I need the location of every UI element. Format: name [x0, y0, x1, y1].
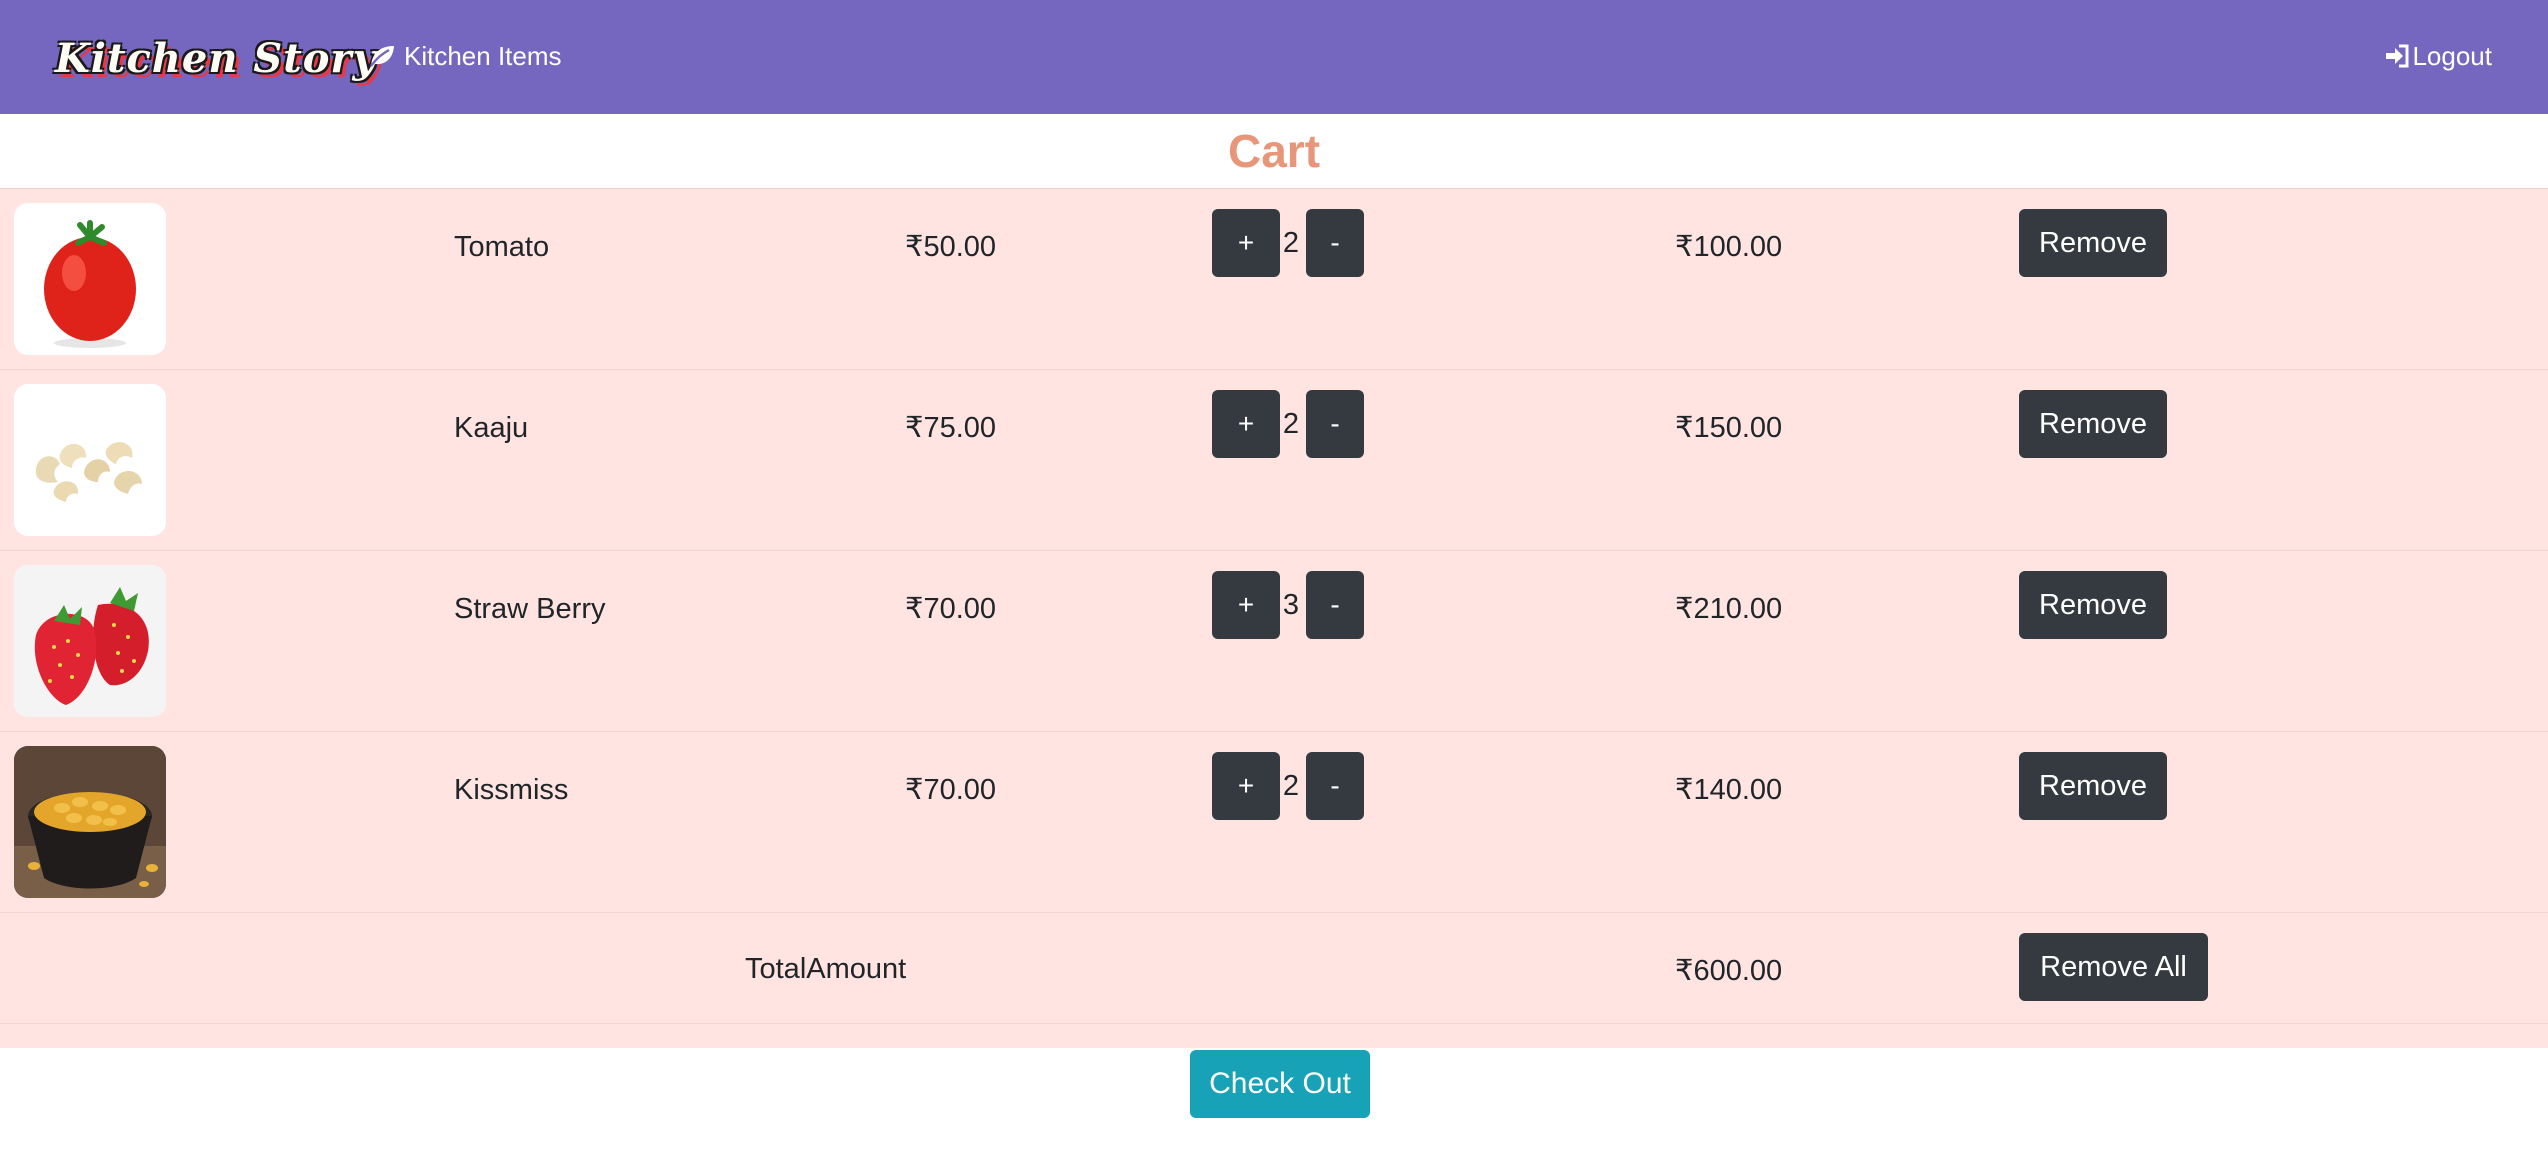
product-price: ₹70.00 [905, 774, 997, 806]
sign-in-icon [2386, 44, 2409, 68]
logout-label: Logout [2412, 40, 2492, 71]
increase-quantity-button[interactable]: + [1212, 390, 1280, 458]
cart-row: Kaaju ₹75.00 + 2 - ₹150.00 Remove [0, 370, 2548, 551]
line-total: ₹150.00 [1675, 412, 1783, 444]
product-image-strawberry [14, 565, 166, 717]
quantity-stepper: + 2 - [1212, 752, 1364, 820]
total-amount: ₹600.00 [1675, 955, 1783, 987]
total-label: TotalAmount [745, 953, 907, 985]
quantity-value: 2 [1282, 407, 1300, 440]
nav-kitchen-items[interactable]: Kitchen Items [368, 36, 562, 76]
quantity-stepper: + 2 - [1212, 390, 1364, 458]
decrease-quantity-button[interactable]: - [1306, 209, 1364, 277]
product-name: Kissmiss [454, 774, 569, 806]
cart-table: Tomato ₹50.00 + 2 - ₹100.00 Remove Kaaju… [0, 188, 2548, 1048]
product-image-raisins [14, 746, 166, 898]
quantity-stepper: + 2 - [1212, 209, 1364, 277]
product-name: Tomato [454, 231, 550, 263]
cart-row: Tomato ₹50.00 + 2 - ₹100.00 Remove [0, 189, 2548, 370]
product-name: Straw Berry [454, 593, 606, 625]
product-price: ₹75.00 [905, 412, 997, 444]
remove-button[interactable]: Remove [2019, 390, 2167, 458]
remove-button[interactable]: Remove [2019, 752, 2167, 820]
line-total: ₹210.00 [1675, 593, 1783, 625]
checkout-button[interactable]: Check Out [1190, 1050, 1370, 1118]
increase-quantity-button[interactable]: + [1212, 571, 1280, 639]
total-row: TotalAmount ₹600.00 Remove All [0, 913, 2548, 1024]
decrease-quantity-button[interactable]: - [1306, 752, 1364, 820]
decrease-quantity-button[interactable]: - [1306, 571, 1364, 639]
nav-kitchen-items-label: Kitchen Items [404, 40, 562, 71]
page-title: Cart [1227, 125, 1321, 177]
product-image-tomato [14, 203, 166, 355]
logout-link[interactable]: Logout [2384, 36, 2492, 76]
leaf-icon [370, 46, 394, 67]
line-total: ₹100.00 [1675, 231, 1783, 263]
decrease-quantity-button[interactable]: - [1306, 390, 1364, 458]
line-total: ₹140.00 [1675, 774, 1783, 806]
quantity-value: 2 [1282, 769, 1300, 802]
checkout-area: Check Out [0, 1048, 2548, 1128]
product-price: ₹50.00 [905, 231, 997, 263]
brand-text: Kitchen Story [55, 34, 377, 82]
remove-button[interactable]: Remove [2019, 571, 2167, 639]
product-image-cashew [14, 384, 166, 536]
remove-button[interactable]: Remove [2019, 209, 2167, 277]
quantity-stepper: + 3 - [1212, 571, 1364, 639]
product-name: Kaaju [454, 412, 529, 444]
increase-quantity-button[interactable]: + [1212, 752, 1280, 820]
navbar: Kitchen Story Kitchen Items Logout [0, 0, 2548, 114]
quantity-value: 3 [1282, 588, 1300, 621]
remove-all-button[interactable]: Remove All [2019, 933, 2208, 1001]
cart-row: Kissmiss ₹70.00 + 2 - ₹140.00 Remove [0, 732, 2548, 913]
increase-quantity-button[interactable]: + [1212, 209, 1280, 277]
quantity-value: 2 [1282, 226, 1300, 259]
cart-row: Straw Berry ₹70.00 + 3 - ₹210.00 Remove [0, 551, 2548, 732]
brand-logo[interactable]: Kitchen Story [55, 26, 377, 90]
product-price: ₹70.00 [905, 593, 997, 625]
